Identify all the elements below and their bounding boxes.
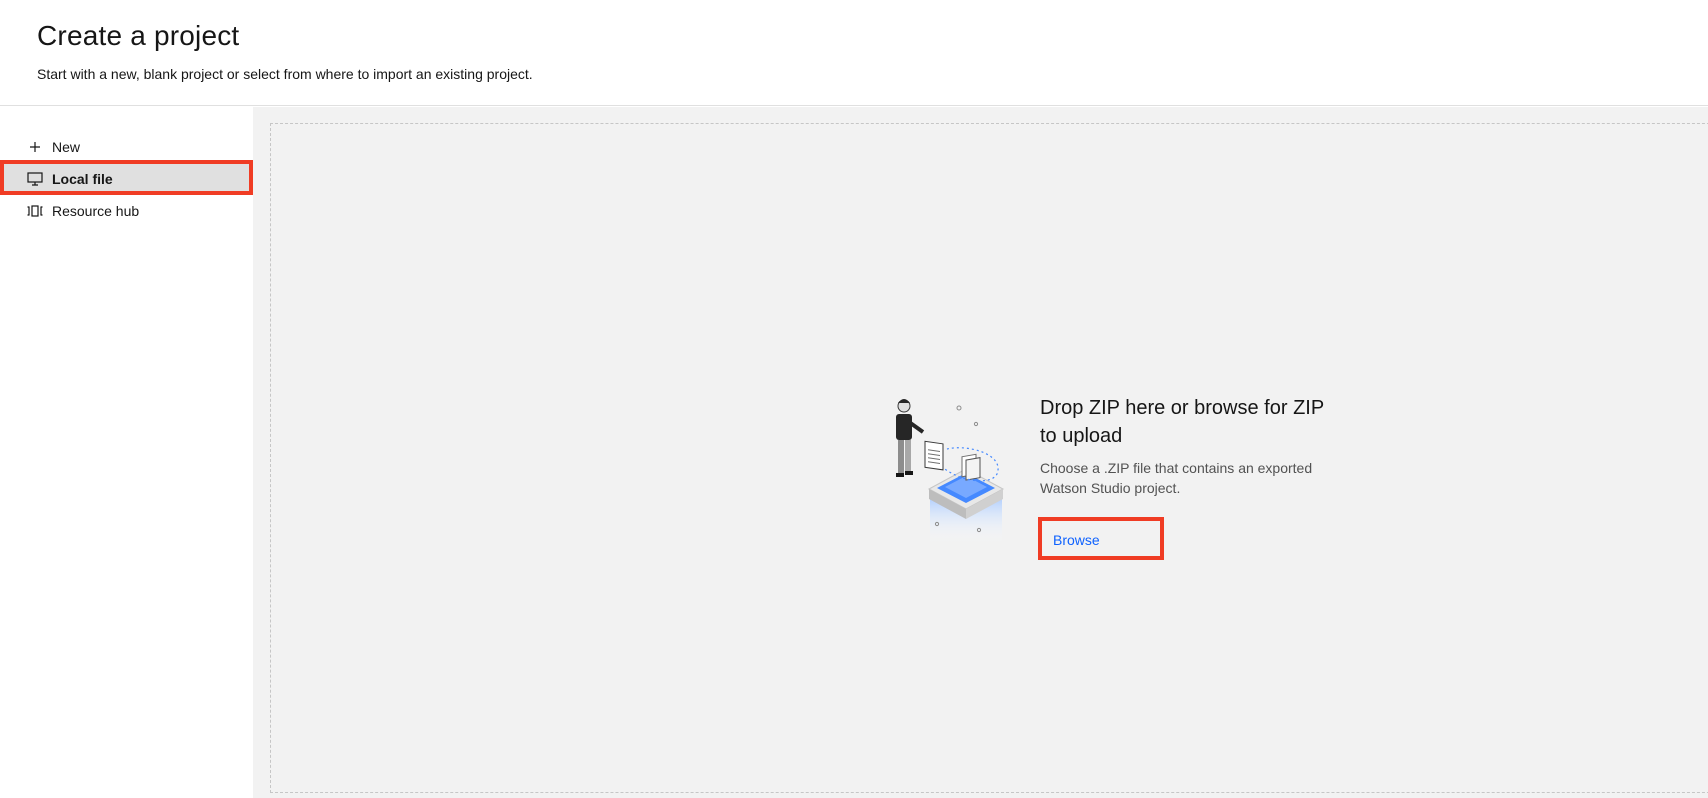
- upload-illustration: [887, 394, 1017, 554]
- browse-highlight: Browse: [1038, 517, 1164, 560]
- sidebar-item-resource-hub[interactable]: Resource hub: [0, 195, 253, 227]
- sidebar-item-label: Resource hub: [52, 203, 140, 219]
- dropzone-text: Drop ZIP here or browse for ZIP to uploa…: [1040, 394, 1340, 498]
- page-title: Create a project: [37, 20, 240, 51]
- page-header: Create a project Start with a new, blank…: [0, 0, 1708, 106]
- file-dropzone[interactable]: Drop ZIP here or browse for ZIP to uploa…: [270, 123, 1708, 793]
- main-panel: Drop ZIP here or browse for ZIP to uploa…: [253, 107, 1708, 798]
- sidebar-item-label: Local file: [52, 171, 113, 187]
- sidebar-item-local-file[interactable]: Local file: [0, 160, 253, 195]
- page-subtitle: Start with a new, blank project or selec…: [37, 66, 533, 82]
- sidebar: New Local file Resource hub: [0, 107, 253, 798]
- resource-hub-icon: [27, 203, 43, 219]
- dropzone-title: Drop ZIP here or browse for ZIP to uploa…: [1040, 397, 1324, 447]
- sidebar-item-new[interactable]: New: [0, 131, 253, 163]
- browse-button[interactable]: Browse: [1053, 532, 1100, 548]
- dropzone-description: Choose a .ZIP file that contains an expo…: [1040, 460, 1313, 496]
- monitor-icon: [27, 171, 43, 187]
- sidebar-item-label: New: [52, 139, 81, 155]
- plus-icon: [27, 139, 43, 155]
